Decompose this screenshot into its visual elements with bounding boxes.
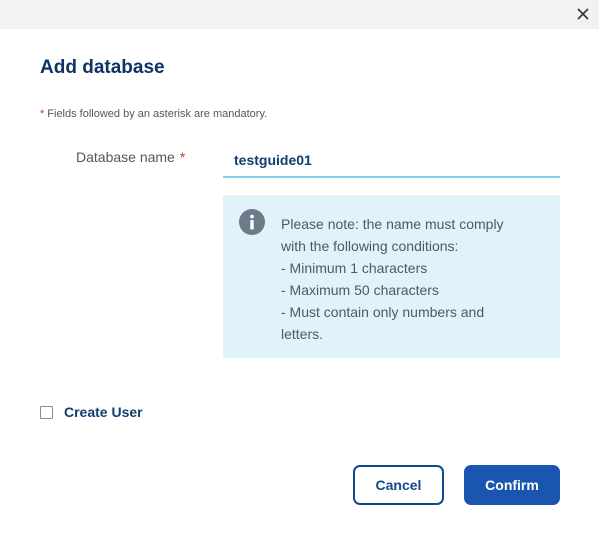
dialog-title: Add database xyxy=(40,57,165,78)
naming-rules-note: Please note: the name must comply with t… xyxy=(223,195,560,358)
cancel-button[interactable]: Cancel xyxy=(353,465,444,505)
confirm-button[interactable]: Confirm xyxy=(464,465,560,505)
database-name-input[interactable] xyxy=(223,144,560,178)
close-button[interactable] xyxy=(574,5,592,23)
create-user-label[interactable]: Create User xyxy=(64,404,143,420)
mandatory-note-text: Fields followed by an asterisk are manda… xyxy=(47,108,268,120)
note-line: - Maximum 50 characters xyxy=(281,282,439,298)
note-text: Please note: the name must comply with t… xyxy=(281,213,551,345)
database-name-label-text: Database name xyxy=(76,149,175,165)
mandatory-note: * Fields followed by an asterisk are mand… xyxy=(40,108,267,120)
note-line: Please note: the name must comply xyxy=(281,216,504,232)
close-icon[interactable] xyxy=(577,8,589,20)
note-line: - Must contain only numbers and xyxy=(281,304,485,320)
info-icon xyxy=(239,209,265,235)
database-name-label: Database name * xyxy=(76,149,185,165)
mandatory-star: * xyxy=(40,108,45,120)
dialog-header-bar xyxy=(0,0,599,29)
create-user-checkbox[interactable] xyxy=(40,406,53,419)
note-line: letters. xyxy=(281,326,324,342)
note-line: - Minimum 1 characters xyxy=(281,260,428,276)
note-line: with the following conditions: xyxy=(281,238,459,254)
required-star: * xyxy=(179,149,186,165)
